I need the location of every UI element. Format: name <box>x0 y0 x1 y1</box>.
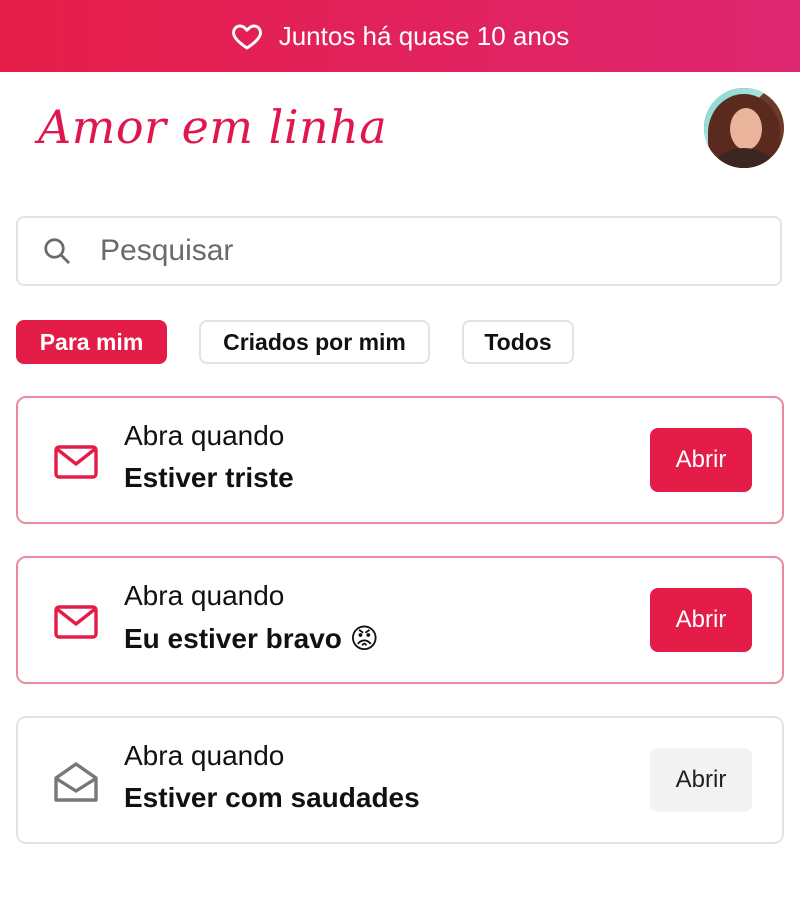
filter-for-me[interactable]: Para mim <box>16 320 167 364</box>
letter-title: Eu estiver bravo 😡 <box>124 623 379 654</box>
app-header: Amor em linha <box>0 72 800 192</box>
filter-created-by-me[interactable]: Criados por mim <box>199 320 430 364</box>
filter-all[interactable]: Todos <box>462 320 574 364</box>
letter-card[interactable]: Abra quando Eu estiver bravo 😡 Abrir <box>16 556 784 684</box>
search-input[interactable] <box>98 233 722 269</box>
envelope-closed-icon <box>54 445 98 479</box>
letter-prefix: Abra quando <box>124 740 285 771</box>
open-button[interactable]: Abrir <box>650 748 752 812</box>
envelope-open-icon <box>54 762 98 802</box>
top-banner: Juntos há quase 10 anos <box>0 0 800 72</box>
search-bar[interactable] <box>16 216 782 286</box>
search-icon <box>44 238 70 264</box>
letter-title: Estiver com saudades <box>124 782 420 813</box>
letter-card[interactable]: Abra quando Estiver com saudades Abrir <box>16 716 784 844</box>
app-logo[interactable]: Amor em linha <box>38 100 387 154</box>
open-button[interactable]: Abrir <box>650 588 752 652</box>
letter-title: Estiver triste <box>124 462 294 493</box>
banner-text: Juntos há quase 10 anos <box>278 20 570 51</box>
letter-prefix: Abra quando <box>124 580 285 611</box>
envelope-closed-icon <box>54 605 98 639</box>
letter-prefix: Abra quando <box>124 420 285 451</box>
letter-card[interactable]: Abra quando Estiver triste Abrir <box>16 396 784 524</box>
open-button[interactable]: Abrir <box>650 428 752 492</box>
avatar[interactable] <box>704 88 784 168</box>
heart-outline-icon <box>231 24 262 50</box>
